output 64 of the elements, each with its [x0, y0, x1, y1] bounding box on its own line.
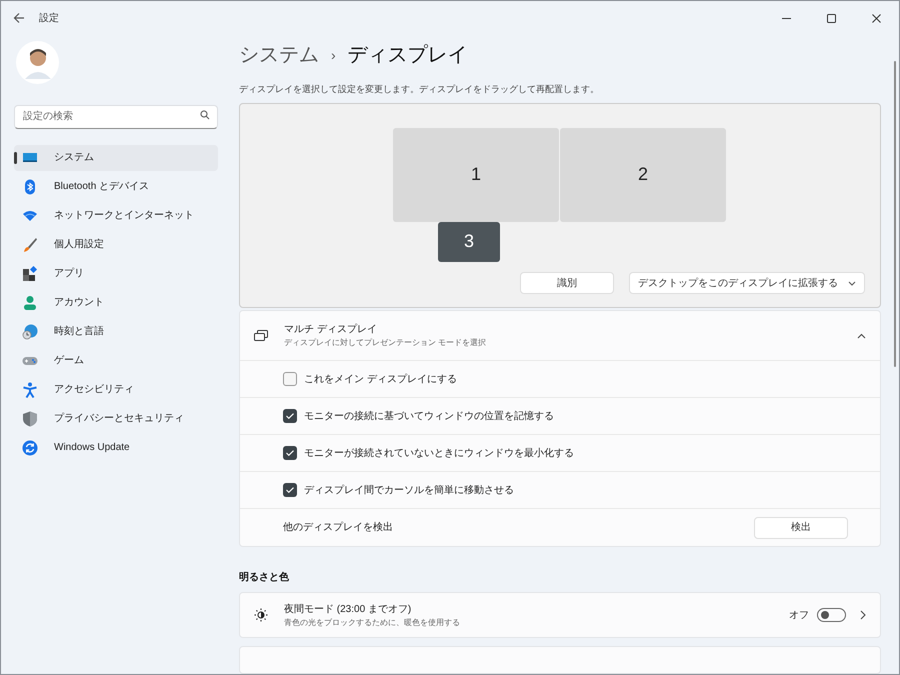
sidebar-item[interactable]: システム — [14, 144, 218, 170]
accessibility-icon — [22, 382, 38, 398]
checkbox[interactable] — [283, 446, 297, 460]
multi-display-header[interactable]: マルチ ディスプレイ ディスプレイに対してプレゼンテーション モードを選択 — [240, 311, 880, 362]
monitors-icon — [254, 330, 268, 342]
mode-dropdown[interactable]: デスクトップをこのディスプレイに拡張する — [629, 272, 865, 294]
update-icon — [22, 440, 38, 456]
close-icon — [871, 12, 882, 24]
brightness-icon — [254, 608, 268, 622]
search-icon — [200, 110, 210, 120]
section-heading: 明るさと色 — [239, 570, 290, 586]
checkbox-label: ディスプレイ間でカーソルを簡単に移動させる — [304, 484, 514, 498]
detect-button[interactable]: 検出 — [754, 516, 848, 539]
breadcrumb-link[interactable]: システム — [239, 40, 319, 70]
setting-title: 夜間モード (23:00 までオフ) — [284, 602, 412, 617]
sidebar-item[interactable]: ゲーム — [14, 348, 218, 374]
check-icon — [286, 413, 294, 420]
toggle-state-label: オフ — [789, 608, 809, 623]
display-tile[interactable]: 1 — [393, 128, 559, 222]
shield-icon — [22, 410, 38, 426]
sidebar-item[interactable]: 時刻と言語 — [14, 318, 218, 344]
section-title: マルチ ディスプレイ — [284, 322, 378, 338]
sidebar-item[interactable]: 個人用設定 — [14, 232, 218, 258]
display-tile[interactable]: 3 — [438, 222, 500, 262]
page-title: ディスプレイ — [348, 43, 468, 68]
window-title: 設定 — [39, 12, 59, 26]
hint-text: ディスプレイを選択して設定を変更します。ディスプレイをドラッグして再配置します。 — [239, 83, 600, 96]
maximize-icon — [826, 12, 837, 24]
setting-label: 他のディスプレイを検出 — [283, 520, 394, 536]
sidebar-item[interactable]: Windows Update — [14, 434, 218, 460]
checkbox[interactable] — [283, 483, 297, 498]
setting-subtitle: 青色の光をブロックするために、暖色を使用する — [284, 616, 461, 629]
chevron-up-icon — [857, 332, 866, 339]
person-icon — [22, 294, 38, 310]
check-icon — [286, 450, 294, 456]
person-silhouette-icon — [22, 46, 52, 78]
chevron-down-icon — [848, 280, 856, 286]
search-field[interactable]: 設定の検索 — [14, 104, 218, 128]
section-subtitle: ディスプレイに対してプレゼンテーション モードを選択 — [284, 337, 488, 350]
sidebar-item[interactable]: アクセシビリティ — [14, 376, 218, 402]
chevron-right-icon — [860, 610, 866, 620]
identify-button[interactable]: 識別 — [520, 272, 614, 294]
breadcrumb-separator: › — [331, 46, 336, 64]
check-icon — [286, 487, 294, 494]
checkbox-label: モニターが接続されていないときにウィンドウを最小化する — [304, 446, 574, 461]
sidebar-item[interactable]: プライバシーとセキュリティ — [14, 406, 218, 432]
night-light-row[interactable]: 夜間モード (23:00 までオフ) 青色の光をブロックするために、暖色を使用する オフ — [239, 592, 881, 638]
sidebar-item[interactable]: ネットワークとインターネット — [14, 202, 218, 228]
brush-icon — [22, 236, 38, 252]
checkbox[interactable] — [283, 409, 297, 424]
scrollbar-thumb[interactable] — [894, 61, 896, 367]
sidebar-item[interactable]: アプリ — [14, 260, 218, 286]
app-tiles-icon — [22, 266, 38, 282]
checkbox[interactable] — [283, 372, 297, 386]
back-icon[interactable] — [13, 12, 25, 24]
globe-clock-icon — [22, 324, 38, 340]
selection-indicator — [14, 152, 17, 164]
checkbox-label: これをメイン ディスプレイにする — [304, 372, 457, 387]
sidebar-item[interactable]: アカウント — [14, 290, 218, 316]
checkbox-label: モニターの接続に基づいてウィンドウの位置を記憶する — [304, 410, 554, 424]
sidebar-item[interactable]: Bluetooth とデバイス — [14, 174, 218, 200]
display-tile[interactable]: 2 — [560, 128, 726, 222]
bluetooth-icon — [22, 178, 38, 194]
toggle-switch[interactable] — [817, 608, 846, 622]
